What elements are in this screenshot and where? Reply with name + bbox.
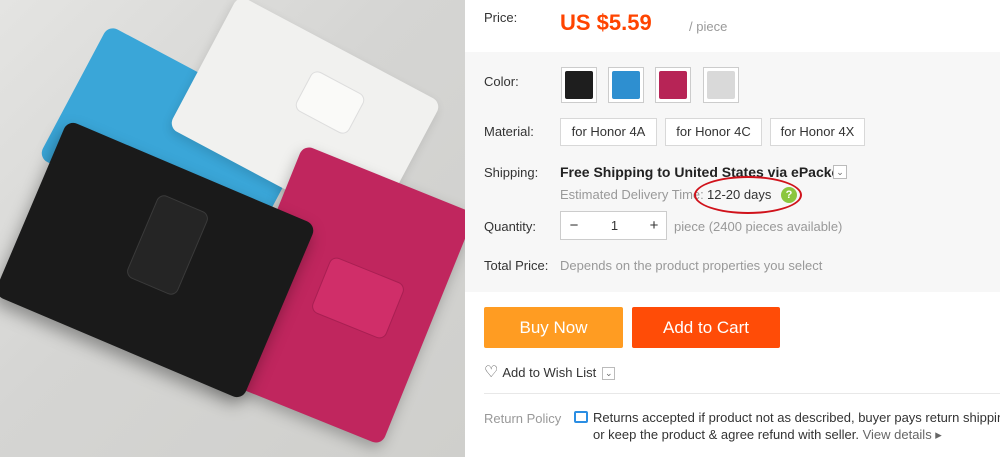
divider <box>484 393 1000 394</box>
price-value: US $5.59 <box>560 10 652 35</box>
quantity-stepper: − 1 + <box>560 211 667 240</box>
quantity-available: piece (2400 pieces available) <box>674 219 843 234</box>
estimated-delivery-label: Estimated Delivery Time: <box>560 187 704 202</box>
price-row: Price: US $5.59 / piece <box>465 0 1000 50</box>
quantity-increase-button[interactable]: + <box>642 212 666 239</box>
return-policy-text-2: or keep the product & agree refund with … <box>593 427 942 443</box>
color-swatch-white[interactable] <box>703 67 739 103</box>
return-policy-label: Return Policy <box>484 411 562 426</box>
color-swatch-black[interactable] <box>561 67 597 103</box>
price-unit: / piece <box>689 19 728 34</box>
return-policy-icon <box>574 411 588 423</box>
shipping-label: Shipping: <box>484 165 539 180</box>
color-swatch-blue[interactable] <box>608 67 644 103</box>
add-to-wish-list[interactable]: ♡ Add to Wish List ⌄ <box>484 362 616 382</box>
product-detail-panel: Price: US $5.59 / piece Color: Material:… <box>465 0 1000 457</box>
material-option-4c[interactable]: for Honor 4C <box>665 118 762 146</box>
heart-icon: ♡ <box>484 364 499 381</box>
shipping-dropdown-icon[interactable]: ⌄ <box>833 165 847 179</box>
wish-list-dropdown-icon[interactable]: ⌄ <box>602 367 616 381</box>
price-label: Price: <box>484 10 518 25</box>
return-policy-text: Returns accepted if product not as descr… <box>593 410 1000 425</box>
buy-now-button[interactable]: Buy Now <box>484 307 623 348</box>
add-to-cart-button[interactable]: Add to Cart <box>632 307 780 348</box>
return-policy-text-2-body: or keep the product & agree refund with … <box>593 427 859 442</box>
product-image <box>0 0 465 457</box>
quantity-input[interactable]: 1 <box>587 212 642 239</box>
quantity-decrease-button[interactable]: − <box>561 212 587 239</box>
wish-list-label: Add to Wish List <box>502 365 597 380</box>
quantity-label: Quantity: <box>484 219 537 234</box>
material-option-4x[interactable]: for Honor 4X <box>770 118 865 146</box>
view-details-link[interactable]: View details ▸ <box>863 427 942 442</box>
material-label: Material: <box>484 124 534 139</box>
color-swatch-rose[interactable] <box>655 67 691 103</box>
shipping-method: Free Shipping to United States via ePack… <box>560 164 844 180</box>
highlight-circle <box>694 176 802 214</box>
total-price-label: Total Price: <box>484 258 549 273</box>
color-label: Color: <box>484 74 519 89</box>
material-option-4a[interactable]: for Honor 4A <box>560 118 657 146</box>
total-price-value: Depends on the product properties you se… <box>560 258 823 273</box>
